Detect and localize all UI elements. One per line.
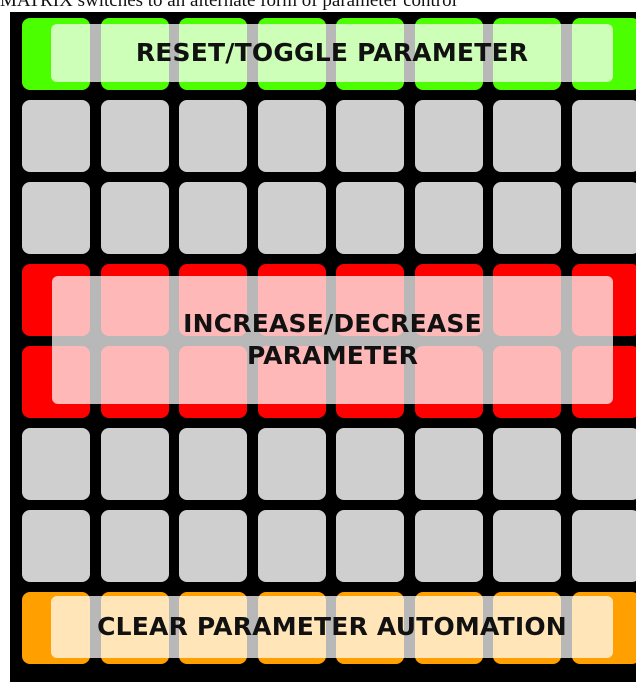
pad-neutral-r3-c3[interactable] [179, 182, 247, 254]
pad-neutral-r7-c7[interactable] [493, 510, 561, 582]
pad-neutral-r6-c3[interactable] [179, 428, 247, 500]
pad-neutral-r6-c7[interactable] [493, 428, 561, 500]
increase-decrease-label-line2: PARAMETER [247, 340, 418, 372]
pad-neutral-r3-c6[interactable] [415, 182, 483, 254]
pad-neutral-r3-c8[interactable] [572, 182, 636, 254]
pad-neutral-r3-c7[interactable] [493, 182, 561, 254]
pad-neutral-r3-c1[interactable] [22, 182, 90, 254]
pad-neutral-r2-c2[interactable] [101, 100, 169, 172]
pad-neutral-r2-c7[interactable] [493, 100, 561, 172]
pad-neutral-r7-c1[interactable] [22, 510, 90, 582]
pad-neutral-r7-c6[interactable] [415, 510, 483, 582]
increase-decrease-parameter-zone[interactable]: INCREASE/DECREASE PARAMETER [52, 276, 613, 404]
pad-neutral-r7-c2[interactable] [101, 510, 169, 582]
reset-toggle-parameter-label: RESET/TOGGLE PARAMETER [136, 37, 528, 69]
pad-grid-panel: RESET/TOGGLE PARAMETER INCREASE/DECREASE… [10, 12, 636, 682]
pad-neutral-r6-c1[interactable] [22, 428, 90, 500]
pad-neutral-r3-c2[interactable] [101, 182, 169, 254]
caption-text: MATRIX switches to an alternate form of … [0, 0, 636, 11]
increase-decrease-label-line1: INCREASE/DECREASE [183, 308, 482, 340]
reset-toggle-parameter-zone[interactable]: RESET/TOGGLE PARAMETER [51, 24, 613, 82]
pad-neutral-r6-c5[interactable] [336, 428, 404, 500]
pad-neutral-r2-c4[interactable] [258, 100, 326, 172]
pad-neutral-r2-c3[interactable] [179, 100, 247, 172]
pad-neutral-r6-c8[interactable] [572, 428, 636, 500]
pad-neutral-r3-c5[interactable] [336, 182, 404, 254]
pad-neutral-r7-c8[interactable] [572, 510, 636, 582]
pad-neutral-r7-c5[interactable] [336, 510, 404, 582]
pad-neutral-r6-c2[interactable] [101, 428, 169, 500]
clear-parameter-automation-label: CLEAR PARAMETER AUTOMATION [97, 611, 567, 643]
pad-neutral-r6-c6[interactable] [415, 428, 483, 500]
pad-neutral-r2-c5[interactable] [336, 100, 404, 172]
pad-neutral-r6-c4[interactable] [258, 428, 326, 500]
pad-neutral-r3-c4[interactable] [258, 182, 326, 254]
pad-neutral-r7-c4[interactable] [258, 510, 326, 582]
pad-neutral-r2-c6[interactable] [415, 100, 483, 172]
clear-parameter-automation-zone[interactable]: CLEAR PARAMETER AUTOMATION [51, 596, 613, 658]
pad-neutral-r7-c3[interactable] [179, 510, 247, 582]
pad-neutral-r2-c1[interactable] [22, 100, 90, 172]
pad-neutral-r2-c8[interactable] [572, 100, 636, 172]
